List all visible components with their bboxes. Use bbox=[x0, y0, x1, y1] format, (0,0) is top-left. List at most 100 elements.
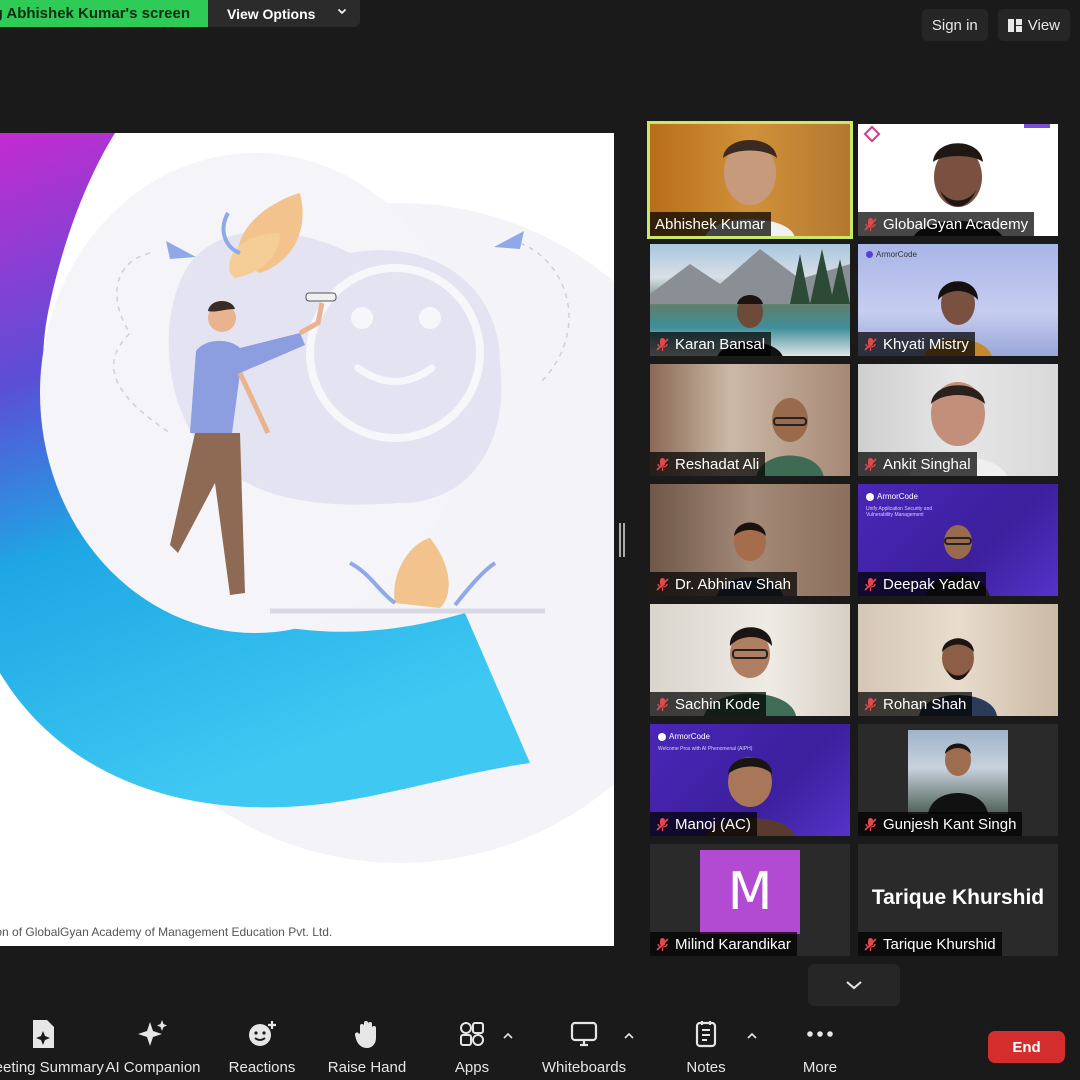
apps-icon bbox=[460, 1022, 484, 1046]
emoji-icon bbox=[249, 1021, 276, 1046]
mic-muted-icon bbox=[656, 817, 669, 831]
participant-name-tag: Reshadat Ali bbox=[650, 452, 766, 476]
participant-tile[interactable]: Reshadat Ali bbox=[650, 364, 850, 476]
participant-tile[interactable]: Gunjesh Kant Singh bbox=[858, 724, 1058, 836]
participant-name-tag: Manoj (AC) bbox=[650, 812, 757, 836]
mic-muted-icon bbox=[656, 697, 669, 711]
view-options-label: View Options bbox=[227, 5, 316, 22]
view-button[interactable]: View bbox=[997, 9, 1070, 41]
participant-tile[interactable]: M Milind Karandikar bbox=[650, 844, 850, 956]
participant-name-tag: GlobalGyan Academy bbox=[858, 212, 1035, 236]
participant-display-name: Tarique Khurshid bbox=[871, 886, 1045, 909]
participant-name: Abhishek Kumar bbox=[655, 215, 766, 233]
participant-name-tag: Gunjesh Kant Singh bbox=[858, 812, 1023, 836]
end-meeting-button[interactable]: End bbox=[988, 1031, 1065, 1063]
mic-muted-icon bbox=[864, 217, 877, 231]
sign-in-button[interactable]: Sign in bbox=[921, 9, 988, 41]
chevron-down-icon bbox=[337, 8, 347, 15]
shared-screen-slide: A division of GlobalGyan Academy of Mana… bbox=[0, 133, 614, 946]
armorcode-logo: ArmorCode bbox=[658, 732, 710, 741]
sign-in-label: Sign in bbox=[931, 16, 978, 34]
mic-muted-icon bbox=[656, 337, 669, 351]
mic-muted-icon bbox=[864, 337, 877, 351]
summary-icon bbox=[33, 1020, 54, 1048]
participant-name: Rohan Shah bbox=[883, 695, 967, 713]
raise-hand-label: Raise Hand bbox=[327, 1059, 407, 1076]
meeting-summary-label: Meeting Summary bbox=[0, 1059, 104, 1076]
meeting-summary-button[interactable]: Meeting Summary bbox=[0, 1014, 108, 1080]
participant-name: GlobalGyan Academy bbox=[883, 215, 1029, 233]
participant-tile[interactable]: Dr. Abhinav Shah bbox=[650, 484, 850, 596]
more-button[interactable]: More bbox=[790, 1014, 850, 1080]
participant-tile[interactable]: ArmorCode Unify Application Security and… bbox=[858, 484, 1058, 596]
participant-tile[interactable]: GlobalGyan Academy bbox=[858, 124, 1058, 236]
whiteboard-icon bbox=[570, 1021, 598, 1047]
screen-share-label: Viewing Abhishek Kumar's screen bbox=[0, 5, 190, 22]
participant-tile[interactable]: Sachin Kode bbox=[650, 604, 850, 716]
armorcode-logo: ArmorCode bbox=[866, 492, 918, 501]
avatar: M bbox=[700, 850, 800, 934]
more-label: More bbox=[802, 1059, 838, 1076]
participant-tile[interactable]: Tarique Khurshid Tarique Khurshid bbox=[858, 844, 1058, 956]
participant-name-tag: Karan Bansal bbox=[650, 332, 772, 356]
armorcode-logo: ArmorCode bbox=[866, 250, 917, 259]
meeting-toolbar: Meeting Summary AI Companion Reactions R… bbox=[0, 1014, 1080, 1080]
participant-name-tag: Tarique Khurshid bbox=[858, 932, 1002, 956]
apps-button[interactable]: Apps bbox=[442, 1014, 502, 1080]
apps-options-caret-icon[interactable] bbox=[503, 1032, 513, 1040]
participant-video-frame bbox=[908, 730, 1008, 814]
participant-name: Gunjesh Kant Singh bbox=[883, 815, 1017, 833]
reactions-label: Reactions bbox=[228, 1059, 296, 1076]
whiteboards-label: Whiteboards bbox=[541, 1059, 627, 1076]
participant-tile[interactable]: Abhishek Kumar bbox=[647, 121, 853, 239]
notes-label: Notes bbox=[686, 1059, 726, 1076]
gallery-scroll-down-button[interactable] bbox=[808, 964, 900, 1006]
participant-name: Deepak Yadav bbox=[883, 575, 981, 593]
reactions-button[interactable]: Reactions bbox=[222, 1014, 302, 1080]
participant-name: Ankit Singhal bbox=[883, 455, 971, 473]
raise-hand-button[interactable]: Raise Hand bbox=[322, 1014, 412, 1080]
more-icon bbox=[807, 1031, 833, 1037]
participant-name: Dr. Abhinav Shah bbox=[675, 575, 791, 593]
sparkle-icon bbox=[138, 1020, 167, 1046]
view-label: View bbox=[1027, 16, 1060, 34]
notes-options-caret-icon[interactable] bbox=[747, 1032, 757, 1040]
apps-label: Apps bbox=[454, 1059, 490, 1076]
participant-tile[interactable]: Rohan Shah bbox=[858, 604, 1058, 716]
mic-muted-icon bbox=[656, 937, 669, 951]
whiteboards-button[interactable]: Whiteboards bbox=[534, 1014, 634, 1080]
participant-name: Manoj (AC) bbox=[675, 815, 751, 833]
armorcode-tagline: Unify Application Security and Vulnerabi… bbox=[866, 506, 933, 518]
participant-video bbox=[928, 743, 988, 814]
slide-illustration bbox=[0, 133, 614, 863]
participant-name: Khyati Mistry bbox=[883, 335, 969, 353]
panel-resize-handle[interactable] bbox=[619, 523, 625, 557]
participant-tile[interactable]: ArmorCode Welcome Pros with AI Phenomena… bbox=[650, 724, 850, 836]
participant-tile[interactable]: Ankit Singhal bbox=[858, 364, 1058, 476]
participant-name-tag: Sachin Kode bbox=[650, 692, 767, 716]
mic-muted-icon bbox=[864, 697, 877, 711]
participant-name-tag: Ankit Singhal bbox=[858, 452, 977, 476]
participant-name: Reshadat Ali bbox=[675, 455, 760, 473]
ai-companion-label: AI Companion bbox=[105, 1059, 201, 1076]
hand-icon bbox=[355, 1021, 376, 1048]
mic-muted-icon bbox=[864, 937, 877, 951]
participant-name-tag: Dr. Abhinav Shah bbox=[650, 572, 797, 596]
screen-share-banner: Viewing Abhishek Kumar's screen bbox=[0, 0, 208, 27]
participant-name-tag: Rohan Shah bbox=[858, 692, 973, 716]
participant-tile[interactable]: Karan Bansal bbox=[650, 244, 850, 356]
mic-muted-icon bbox=[656, 457, 669, 471]
mic-muted-icon bbox=[864, 577, 877, 591]
view-layout-icon bbox=[1007, 18, 1022, 32]
notes-button[interactable]: Notes bbox=[676, 1014, 736, 1080]
whiteboards-options-caret-icon[interactable] bbox=[624, 1032, 634, 1040]
view-options-button[interactable]: View Options bbox=[208, 0, 360, 27]
mic-muted-icon bbox=[864, 457, 877, 471]
participant-tile[interactable]: ArmorCode Khyati Mistry bbox=[858, 244, 1058, 356]
participant-name-tag: Abhishek Kumar bbox=[650, 212, 772, 236]
chevron-down-icon bbox=[846, 981, 862, 990]
participant-name-tag: Milind Karandikar bbox=[650, 932, 797, 956]
notes-icon bbox=[695, 1021, 717, 1048]
end-label: End bbox=[1012, 1038, 1041, 1056]
ai-companion-button[interactable]: AI Companion bbox=[98, 1014, 208, 1080]
